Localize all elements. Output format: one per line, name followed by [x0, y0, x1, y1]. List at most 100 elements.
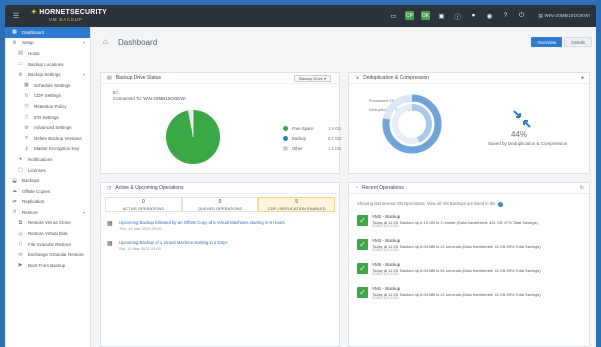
- user-icon[interactable]: ◉: [485, 11, 494, 20]
- sidebar-item-advanced-settings[interactable]: ⚙ Advanced Settings: [5, 122, 90, 133]
- sidebar-item-offsite-copies[interactable]: ☁ Offsite Copies: [5, 186, 90, 197]
- sidebar-item-replication[interactable]: ⇄ Replication: [5, 197, 90, 208]
- recent-item[interactable]: ✓ VM5 - Backup Today at 11:45. Backed up…: [357, 262, 587, 276]
- mail-icon: ✉: [18, 251, 23, 258]
- clone-icon: ⧉: [18, 219, 23, 226]
- sidebar-item-restore[interactable]: ↺ Restore ▾: [5, 207, 90, 218]
- server-icon: ▤: [18, 50, 23, 57]
- sidebar-item-restore-vm-as-clone[interactable]: ⧉ Restore VM as Clone: [5, 218, 90, 229]
- sidebar-item-label: Restore Virtual Disk: [28, 231, 68, 237]
- dedup-donut-chart: [382, 94, 442, 154]
- status-badge-cp[interactable]: CP: [405, 11, 414, 20]
- home-icon[interactable]: ⌂: [103, 37, 108, 46]
- recent-item-id: CDBA-18C3-E2A9: [372, 248, 399, 252]
- operation-title[interactable]: Upcoming Backup followed by an Offsite C…: [119, 220, 285, 225]
- recent-item-title[interactable]: VM5 - Backup: [372, 262, 400, 267]
- help-icon[interactable]: ?: [501, 11, 510, 20]
- cloud-icon: ☁: [12, 188, 17, 195]
- sidebar-item-retention-policy[interactable]: ◷ Retention Policy: [5, 101, 90, 112]
- key-icon: ⚷: [24, 145, 29, 152]
- calendar-icon: ▦: [107, 241, 113, 247]
- check-icon: ✓: [357, 215, 368, 226]
- count-active[interactable]: 0 ACTIVE OPERATIONS: [105, 197, 182, 212]
- bell-icon[interactable]: ●: [469, 11, 478, 20]
- sidebar-item-label: Restore VM as Clone: [28, 220, 71, 226]
- recent-item[interactable]: ✓ VM2 - Backup Today at 11:45. Backed up…: [357, 214, 587, 228]
- backup-drive-dropdown[interactable]: Backup Drive ▾: [294, 75, 331, 82]
- recent-note: Showing last several VM Operations. View…: [357, 201, 504, 207]
- sidebar-item-backup-settings[interactable]: ⚙ Backup Settings ▾: [5, 69, 90, 80]
- dedup-title: Deduplication & Compression: [363, 75, 430, 81]
- recent-item-title[interactable]: VM2 - Backup: [372, 214, 400, 219]
- recent-item-title[interactable]: VM1 - Backup: [372, 286, 400, 291]
- sidebar: ▦ Dashboard ⚙ Setup ▾ ▤ Hosts ▭ Backup Locations…: [5, 27, 91, 347]
- sidebar-item-file-granular-restore[interactable]: ▯ File Granular Restore: [5, 239, 90, 250]
- sidebar-item-schedule-settings[interactable]: ▦ Schedule Settings: [5, 80, 90, 91]
- sidebar-item-label: File Granular Restore: [28, 241, 72, 247]
- count-queued[interactable]: 0 QUEUED OPERATIONS: [181, 197, 259, 212]
- sidebar-item-setup[interactable]: ⚙ Setup ▾: [5, 38, 90, 49]
- count-cdp-value: 5: [295, 198, 299, 205]
- sidebar-item-master-encryption-key[interactable]: ⚷ Master Encryption Key: [5, 144, 90, 155]
- sidebar-item-dashboard[interactable]: ▦ Dashboard: [5, 27, 90, 38]
- refresh-icon[interactable]: ↻: [580, 185, 584, 191]
- server-name[interactable]: ▤ WIN-20MB10OOEWI: [539, 13, 590, 19]
- count-active-value: 0: [141, 198, 145, 205]
- operations-panel: ◷ Active & Upcoming Operations 0 ACTIVE O…: [100, 182, 340, 347]
- tab-overview[interactable]: Overview: [531, 37, 563, 47]
- drive-icon: ▤: [107, 75, 112, 81]
- trash-icon: ✕: [24, 135, 29, 142]
- sidebar-item-notifications[interactable]: ● Notifications: [5, 154, 90, 165]
- top-icon-bar: ▭ CP OK ▣ ⓘ ● ◉ ? ⏻: [389, 11, 526, 21]
- pin-icon[interactable]: ●: [581, 75, 584, 81]
- count-active-label: ACTIVE OPERATIONS: [122, 205, 165, 211]
- info-icon[interactable]: ⓘ: [453, 11, 462, 21]
- status-badge-ok[interactable]: OK: [421, 11, 430, 20]
- refresh-icon: ↻: [24, 92, 29, 99]
- recent-note-text: Showing last several VM Operations. View…: [357, 201, 496, 206]
- info-icon[interactable]: i: [498, 202, 504, 207]
- dashboard-icon: ▦: [12, 29, 17, 36]
- console-icon[interactable]: ▣: [437, 11, 446, 20]
- hamburger-icon[interactable]: ☰: [5, 12, 27, 20]
- monitor-icon[interactable]: ▭: [389, 11, 398, 20]
- hornet-logo-icon: ✦: [31, 9, 38, 16]
- sidebar-item-boot-from-backup[interactable]: ▶ Boot From Backup: [5, 260, 90, 271]
- sidebar-item-licenses[interactable]: ▢ Licenses: [5, 165, 90, 176]
- tab-details[interactable]: Details: [564, 37, 592, 47]
- count-queued-value: 0: [218, 198, 222, 205]
- folder-icon: ▭: [18, 61, 23, 68]
- brand-product: VM BACKUP: [49, 17, 83, 22]
- dedup-caption: Saved by Deduplication & Compression: [488, 141, 568, 146]
- chevron-down-icon: ▾: [82, 209, 85, 215]
- recent-item[interactable]: ✓ VM3 - Backup Today at 11:45. Backed up…: [357, 238, 587, 252]
- recent-item-title[interactable]: VM3 - Backup: [372, 238, 400, 243]
- sidebar-item-exchange-granular-restore[interactable]: ✉ Exchange Granular Restore: [5, 249, 90, 260]
- sidebar-item-restore-virtual-disk[interactable]: ◎ Restore Virtual Disk: [5, 228, 90, 239]
- operation-title[interactable]: Upcoming Backup of 1 Virtual Machine sta…: [119, 240, 227, 245]
- sidebar-item-cdp-settings[interactable]: ↻ CDP Settings: [5, 91, 90, 102]
- chevron-down-icon: ▾: [82, 40, 85, 46]
- license-icon: ▢: [18, 167, 23, 174]
- arrows-in-icon: [512, 109, 532, 129]
- sidebar-item-delete-backup-versions[interactable]: ✕ Delete Backup Versions: [5, 133, 90, 144]
- brand-name: HORNETSECURITY: [39, 9, 107, 16]
- connected-to: Connected To: WIN-20MB10OOEWI: [113, 95, 186, 101]
- count-cdp[interactable]: 5 CDP / REPLICATION ENABLED: [258, 197, 336, 212]
- file-icon: ▯: [25, 114, 28, 121]
- recent-item[interactable]: ✓ VM1 - Backup Today at 11:45. Backed up…: [357, 286, 587, 300]
- drive-pie-chart: [166, 110, 220, 164]
- gear-icon: ⚙: [18, 71, 23, 78]
- sidebar-item-hosts[interactable]: ▤ Hosts: [5, 48, 90, 59]
- sidebar-item-label: Dashboard: [22, 29, 45, 35]
- sidebar-item-backup-locations[interactable]: ▭ Backup Locations: [5, 59, 90, 70]
- sidebar-item-label: Master Encryption Key: [34, 146, 80, 152]
- sidebar-item-ifd-settings[interactable]: ▯ IFD Settings: [5, 112, 90, 123]
- legend-value: 1.9 GB: [327, 125, 341, 131]
- sidebar-item-backups[interactable]: ⬓ Backups: [5, 175, 90, 186]
- power-icon[interactable]: ⏻: [517, 11, 526, 20]
- sidebar-item-label: Setup: [22, 40, 34, 46]
- history-icon: ◔: [355, 185, 359, 191]
- gear-icon: ⚙: [12, 39, 17, 46]
- recent-item-id: CDBA-18C3-E2A9: [372, 224, 399, 228]
